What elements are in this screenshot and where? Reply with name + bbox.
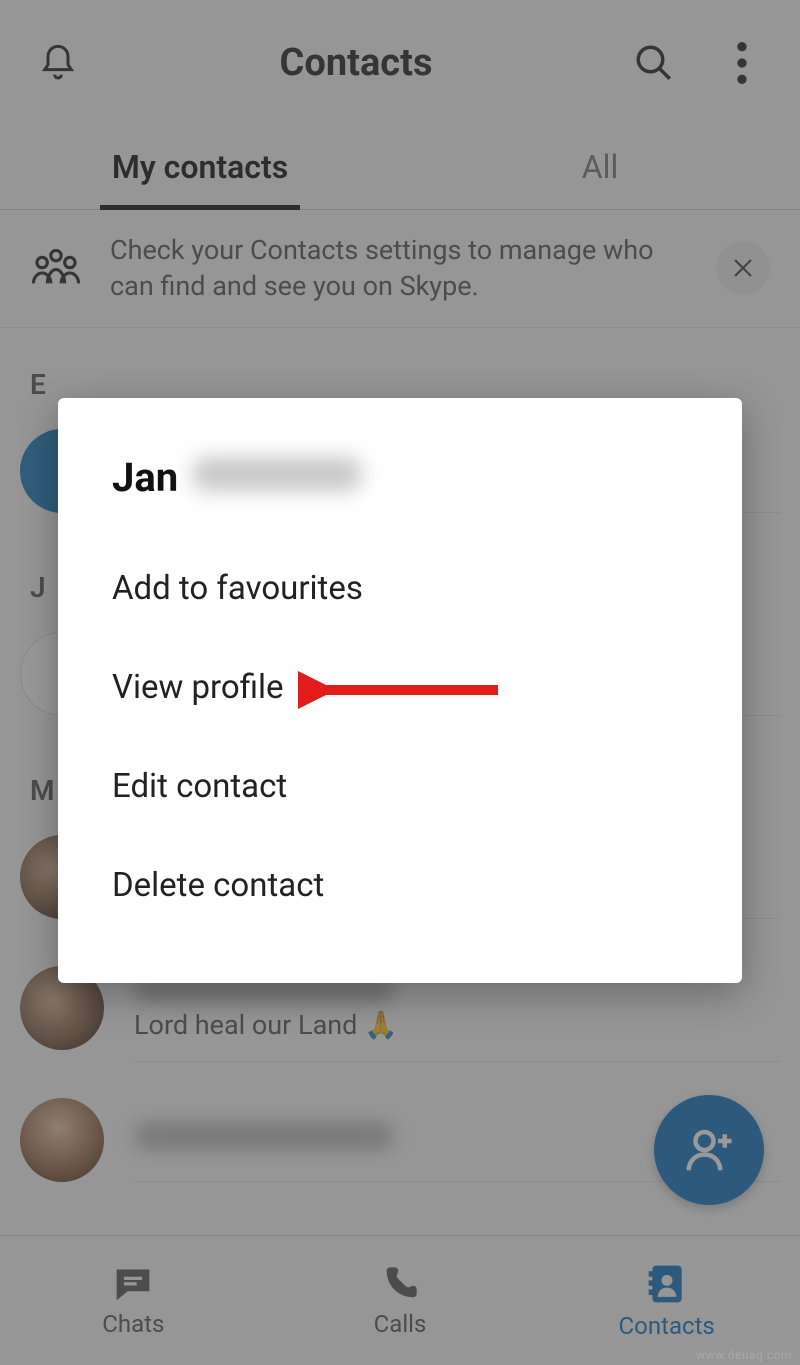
dialog-name-redacted (192, 457, 362, 491)
menu-edit-contact[interactable]: Edit contact (112, 737, 688, 836)
menu-view-profile[interactable]: View profile (112, 638, 688, 737)
watermark: www.deuaq.com (696, 1348, 792, 1362)
contact-context-menu: Jan Add to favourites View profile Edit … (58, 398, 742, 983)
dialog-contact-name: Jan (112, 454, 688, 501)
menu-add-to-favourites[interactable]: Add to favourites (112, 539, 688, 638)
dialog-name-first: Jan (112, 454, 178, 501)
menu-delete-contact[interactable]: Delete contact (112, 836, 688, 935)
app-screen: Contacts My contacts All Check (0, 0, 800, 1365)
